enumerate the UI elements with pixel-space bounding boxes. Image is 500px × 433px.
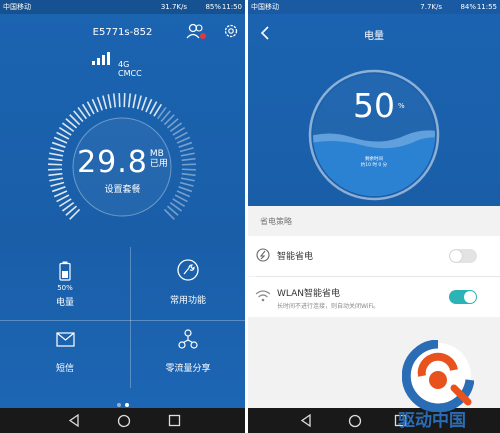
- watermark-text: 驱动中国: [398, 410, 466, 430]
- top-bar: E5771s-852: [0, 14, 245, 48]
- data-used-unit: MB: [149, 149, 164, 159]
- battery-label: 电量: [55, 298, 74, 308]
- network-speed: 7.7K/s: [420, 3, 442, 11]
- tools-tile[interactable]: 常用功能: [131, 247, 245, 320]
- carrier-label: 中国移动: [251, 3, 279, 11]
- gauge-tick: [141, 96, 148, 111]
- home-nav-icon[interactable]: [117, 414, 131, 428]
- gauge-tick: [132, 94, 137, 109]
- home-screen: 中国移动 31.7K/s 85% 11:50 E5771s-852 4G CMC…: [0, 0, 245, 433]
- gauge-tick: [53, 136, 68, 144]
- gauge-tick: [176, 136, 191, 144]
- battery-icon: [59, 261, 71, 281]
- network-generation: 4G: [118, 60, 130, 69]
- gauge-tick: [118, 93, 121, 108]
- gauge-tick: [127, 93, 132, 108]
- clock: 11:55: [476, 3, 497, 11]
- status-bar: 中国移动 31.7K/s 85% 11:50: [0, 0, 245, 14]
- remaining-time-value: 约10 时 0 分: [360, 163, 388, 168]
- battery-level-unit: %: [398, 102, 405, 110]
- page-title: 电量: [364, 31, 384, 42]
- tools-label: 常用功能: [169, 296, 206, 306]
- share-label: 零流量分享: [165, 364, 211, 374]
- setting-title: 智能省电: [277, 252, 314, 262]
- watermark-logo-icon: [402, 340, 474, 412]
- data-usage-readout[interactable]: 29.8 MB 已用 设置套餐: [0, 145, 245, 195]
- back-nav-icon[interactable]: [68, 414, 80, 427]
- setting-subtitle: 长时间不进行连接，则自动关闭WiFi。: [277, 303, 380, 310]
- battery-percent: 85%: [205, 3, 221, 11]
- network-operator: CMCC: [118, 69, 142, 78]
- sms-label: 短信: [55, 364, 74, 374]
- mail-icon: [56, 332, 75, 347]
- clock: 11:50: [221, 3, 242, 11]
- recents-nav-icon[interactable]: [168, 414, 181, 427]
- smart-saver-toggle[interactable]: [449, 249, 477, 263]
- toggle-knob: [464, 291, 476, 303]
- battery-value: 50%: [57, 284, 73, 292]
- battery-level-value: 50: [353, 86, 395, 125]
- page-dot-active: [124, 403, 129, 407]
- feature-grid: 50% 电量 常用功能 短信 零流量分享: [0, 247, 245, 388]
- smart-saver-icon: [256, 248, 270, 262]
- gauge-tick: [96, 96, 103, 111]
- set-plan-link[interactable]: 设置套餐: [0, 182, 245, 195]
- carrier-label: 中国移动: [3, 3, 31, 11]
- gauge-tick: [107, 94, 112, 109]
- tools-icon: [177, 259, 199, 281]
- status-bar: 中国移动 7.7K/s 84% 11:55: [248, 0, 500, 14]
- network-speed: 31.7K/s: [160, 3, 187, 11]
- setting-row-smart-saver[interactable]: 智能省电: [248, 236, 500, 276]
- page-dot: [116, 403, 121, 407]
- gauge-tick: [102, 95, 108, 110]
- setting-row-wlan-saver[interactable]: WLAN智能省电 长时间不进行连接，则自动关闭WiFi。: [248, 277, 500, 317]
- gauge-tick: [91, 98, 99, 113]
- share-icon: [178, 329, 198, 349]
- data-used-label: 已用: [149, 159, 168, 169]
- share-tile[interactable]: 零流量分享: [131, 321, 245, 388]
- wifi-icon: [255, 290, 271, 302]
- sms-tile[interactable]: 短信: [0, 321, 130, 388]
- settings-icon[interactable]: [223, 23, 239, 39]
- users-icon[interactable]: [186, 22, 206, 40]
- gauge-tick: [112, 93, 117, 108]
- network-indicator: 4G CMCC: [0, 52, 245, 81]
- watermark-label: 驱动中国: [398, 410, 466, 430]
- data-used-value: 29.8: [77, 145, 148, 180]
- setting-title: WLAN智能省电: [277, 289, 341, 299]
- device-name: E5771s-852: [92, 27, 153, 38]
- back-nav-icon[interactable]: [300, 414, 312, 427]
- wlan-saver-toggle[interactable]: [449, 290, 477, 304]
- toggle-knob: [450, 250, 462, 262]
- battery-percent: 84%: [460, 3, 476, 11]
- section-header: 省电策略: [260, 217, 292, 226]
- home-nav-icon[interactable]: [348, 414, 362, 428]
- navigation-bar: [0, 408, 245, 433]
- remaining-time: 剩余时间 约10 时 0 分: [248, 157, 500, 169]
- gauge-tick: [145, 98, 153, 113]
- gauge-tick: [123, 93, 126, 108]
- battery-tile[interactable]: 50% 电量: [0, 247, 130, 320]
- gauge-tick: [136, 95, 142, 110]
